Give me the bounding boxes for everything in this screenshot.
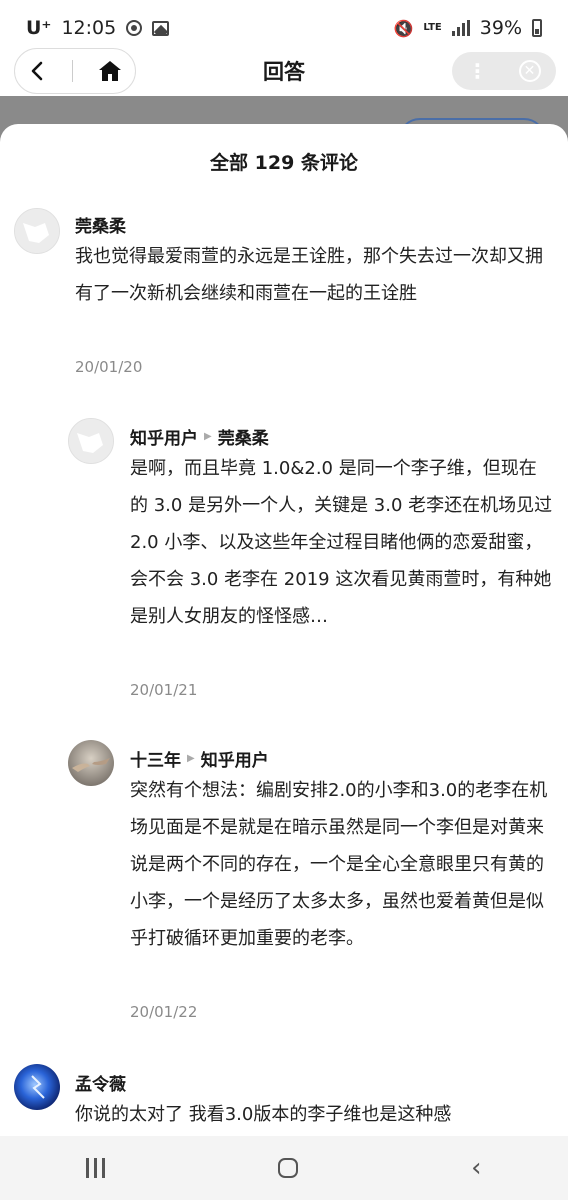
reply-arrow-icon: ▶: [187, 753, 195, 764]
default-avatar-icon: [69, 419, 113, 463]
battery-icon: [532, 19, 542, 37]
comments-sheet: 全部 129 条评论 莞桑柔 我也觉得最爱雨萱的永远是王诠胜，那个失去过一次却又…: [0, 124, 568, 1136]
blue-avatar-icon: [14, 1064, 60, 1110]
more-icon[interactable]: ⋮: [468, 59, 488, 83]
author-name[interactable]: 莞桑柔: [75, 212, 126, 237]
lte-icon: LTE: [423, 22, 442, 33]
home-button-icon[interactable]: [278, 1158, 299, 1178]
comment-text: 突然有个想法：编剧安排2.0的小李和3.0的老李在机场见面是不是就是在暗示虽然是…: [130, 780, 548, 949]
avatar[interactable]: [14, 208, 60, 254]
close-icon[interactable]: ✕: [518, 60, 541, 82]
mini-program-capsule: ⋮ ✕: [452, 52, 556, 90]
comment-date: 20/01/20: [75, 358, 143, 376]
comment-author[interactable]: 孟令薇: [75, 1070, 126, 1095]
status-time: 12:05: [61, 17, 117, 39]
gallery-icon: [152, 20, 170, 36]
signal-icon: [451, 20, 470, 36]
comment-text: 是啊，而且毕竟 1.0&2.0 是同一个李子维，但现在的 3.0 是另外一个人，…: [130, 458, 553, 627]
top-navigation: 回答 ⋮ ✕: [0, 48, 568, 96]
comment-date: 20/01/22: [130, 1003, 198, 1021]
record-icon: [126, 20, 143, 36]
comment-text: 我也觉得最爱雨萱的永远是王诠胜，那个失去过一次却又拥有了一次新机会继续和雨萱在一…: [75, 246, 543, 304]
hands-avatar-icon: [68, 740, 114, 786]
author-name[interactable]: 十三年: [130, 746, 181, 771]
carrier-label: U⁺: [26, 17, 52, 39]
reply-to-name[interactable]: 莞桑柔: [218, 424, 269, 449]
comment-date: 20/01/21: [130, 681, 198, 699]
system-navigation-bar: ‹: [0, 1136, 568, 1200]
comment-text: 你说的太对了 我看3.0版本的李子维也是这种感: [75, 1104, 452, 1125]
comment-author[interactable]: 莞桑柔: [75, 212, 126, 237]
mute-icon: 🔇: [393, 18, 414, 38]
avatar[interactable]: [14, 1064, 60, 1110]
avatar[interactable]: [68, 418, 114, 464]
recents-icon[interactable]: [86, 1158, 106, 1178]
comments-count-title: 全部 129 条评论: [210, 152, 358, 174]
battery-level: 39%: [479, 17, 522, 39]
system-back-icon[interactable]: ‹: [471, 1153, 481, 1183]
default-avatar-icon: [15, 209, 59, 253]
author-name[interactable]: 知乎用户: [130, 424, 198, 449]
avatar[interactable]: [68, 740, 114, 786]
comment-author[interactable]: 十三年 ▶ 知乎用户: [130, 746, 269, 771]
reply-to-name[interactable]: 知乎用户: [201, 746, 269, 771]
author-name[interactable]: 孟令薇: [75, 1070, 126, 1095]
reply-arrow-icon: ▶: [204, 431, 212, 442]
comment-author[interactable]: 知乎用户 ▶ 莞桑柔: [130, 424, 269, 449]
